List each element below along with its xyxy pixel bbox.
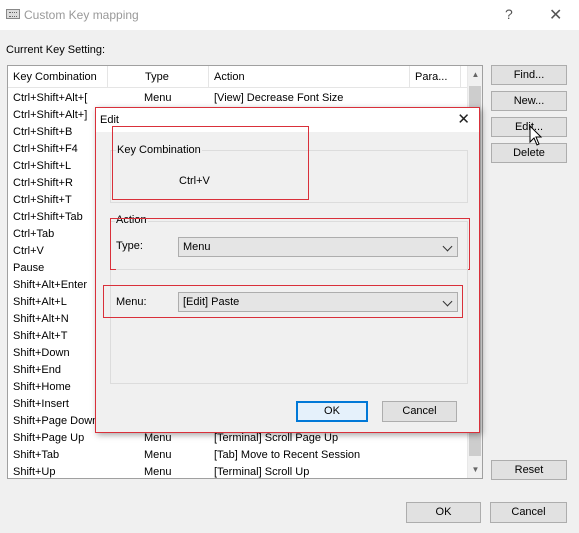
table-row[interactable]: Ctrl+Shift+Alt+[ Menu [View] Decrease Font… [8,90,468,107]
cell-key: Shift+Tab [13,449,60,461]
highlight-dialog [95,107,480,433]
cancel-button[interactable]: Cancel [490,502,567,523]
cell-key: Ctrl+Tab [13,228,55,240]
close-icon[interactable]: ✕ [549,5,562,25]
current-key-setting-label: Current Key Setting: [6,44,106,56]
cell-key: Ctrl+Shift+R [13,177,73,189]
cell-type: Menu [144,449,172,461]
table-row[interactable]: Shift+Tab Menu [Tab] Move to Recent Sessio… [8,447,468,464]
cell-key: Ctrl+V [13,245,44,257]
cell-key: Shift+Home [13,381,71,393]
cell-key: Shift+Down [13,347,70,359]
cell-type: Menu [144,92,172,104]
cell-key: Shift+Up [13,466,56,478]
cell-key: Shift+Insert [13,398,69,410]
cell-key: Ctrl+Shift+Alt+] [13,109,88,121]
cell-key: Ctrl+Shift+B [13,126,73,138]
mouse-cursor-icon [529,125,543,146]
find-button[interactable]: Find... [491,65,567,85]
cell-key: Shift+Page Down [13,415,99,427]
scroll-down-icon[interactable]: ▼ [468,461,482,478]
keyboard-icon [6,9,20,19]
edit-dialog: Edit ✕ Key Combination Ctrl+V Action Typ… [95,107,480,433]
cell-key: Shift+Alt+T [13,330,68,342]
cell-type: Menu [144,466,172,478]
cell-key: Ctrl+Shift+T [13,194,72,206]
reset-button[interactable]: Reset [491,460,567,480]
cell-key: Pause [13,262,45,274]
window-title: Custom Key mapping [24,8,139,22]
cell-key: Ctrl+Shift+Alt+[ [13,92,88,104]
column-header-key[interactable]: Key Combination [8,66,108,88]
help-icon[interactable]: ? [505,6,513,22]
column-header-param[interactable]: Para... [410,66,461,88]
column-header-type[interactable]: Type [108,66,209,88]
cell-key: Shift+End [13,364,62,376]
cell-key: Ctrl+Shift+F4 [13,143,78,155]
cell-action: [Tab] Move to Recent Session [214,449,361,461]
scroll-up-icon[interactable]: ▲ [468,66,482,83]
cell-key: Ctrl+Shift+L [13,160,72,172]
cell-key: Shift+Alt+L [13,296,67,308]
cell-action: [View] Decrease Font Size [214,92,344,104]
cell-key: Ctrl+Shift+Tab [13,211,83,223]
column-header-action[interactable]: Action [209,66,410,88]
cell-key: Shift+Alt+Enter [13,279,87,291]
cell-key: Shift+Alt+N [13,313,69,325]
cell-key: Shift+Page Up [13,432,85,444]
table-row[interactable]: Shift+Up Menu [Terminal] Scroll Up [8,464,468,478]
window-titlebar: Custom Key mapping ? ✕ [0,0,579,30]
new-button[interactable]: New... [491,91,567,111]
cell-action: [Terminal] Scroll Up [214,466,310,478]
ok-button[interactable]: OK [406,502,481,523]
list-header: Key Combination Type Action Para... [8,66,468,88]
